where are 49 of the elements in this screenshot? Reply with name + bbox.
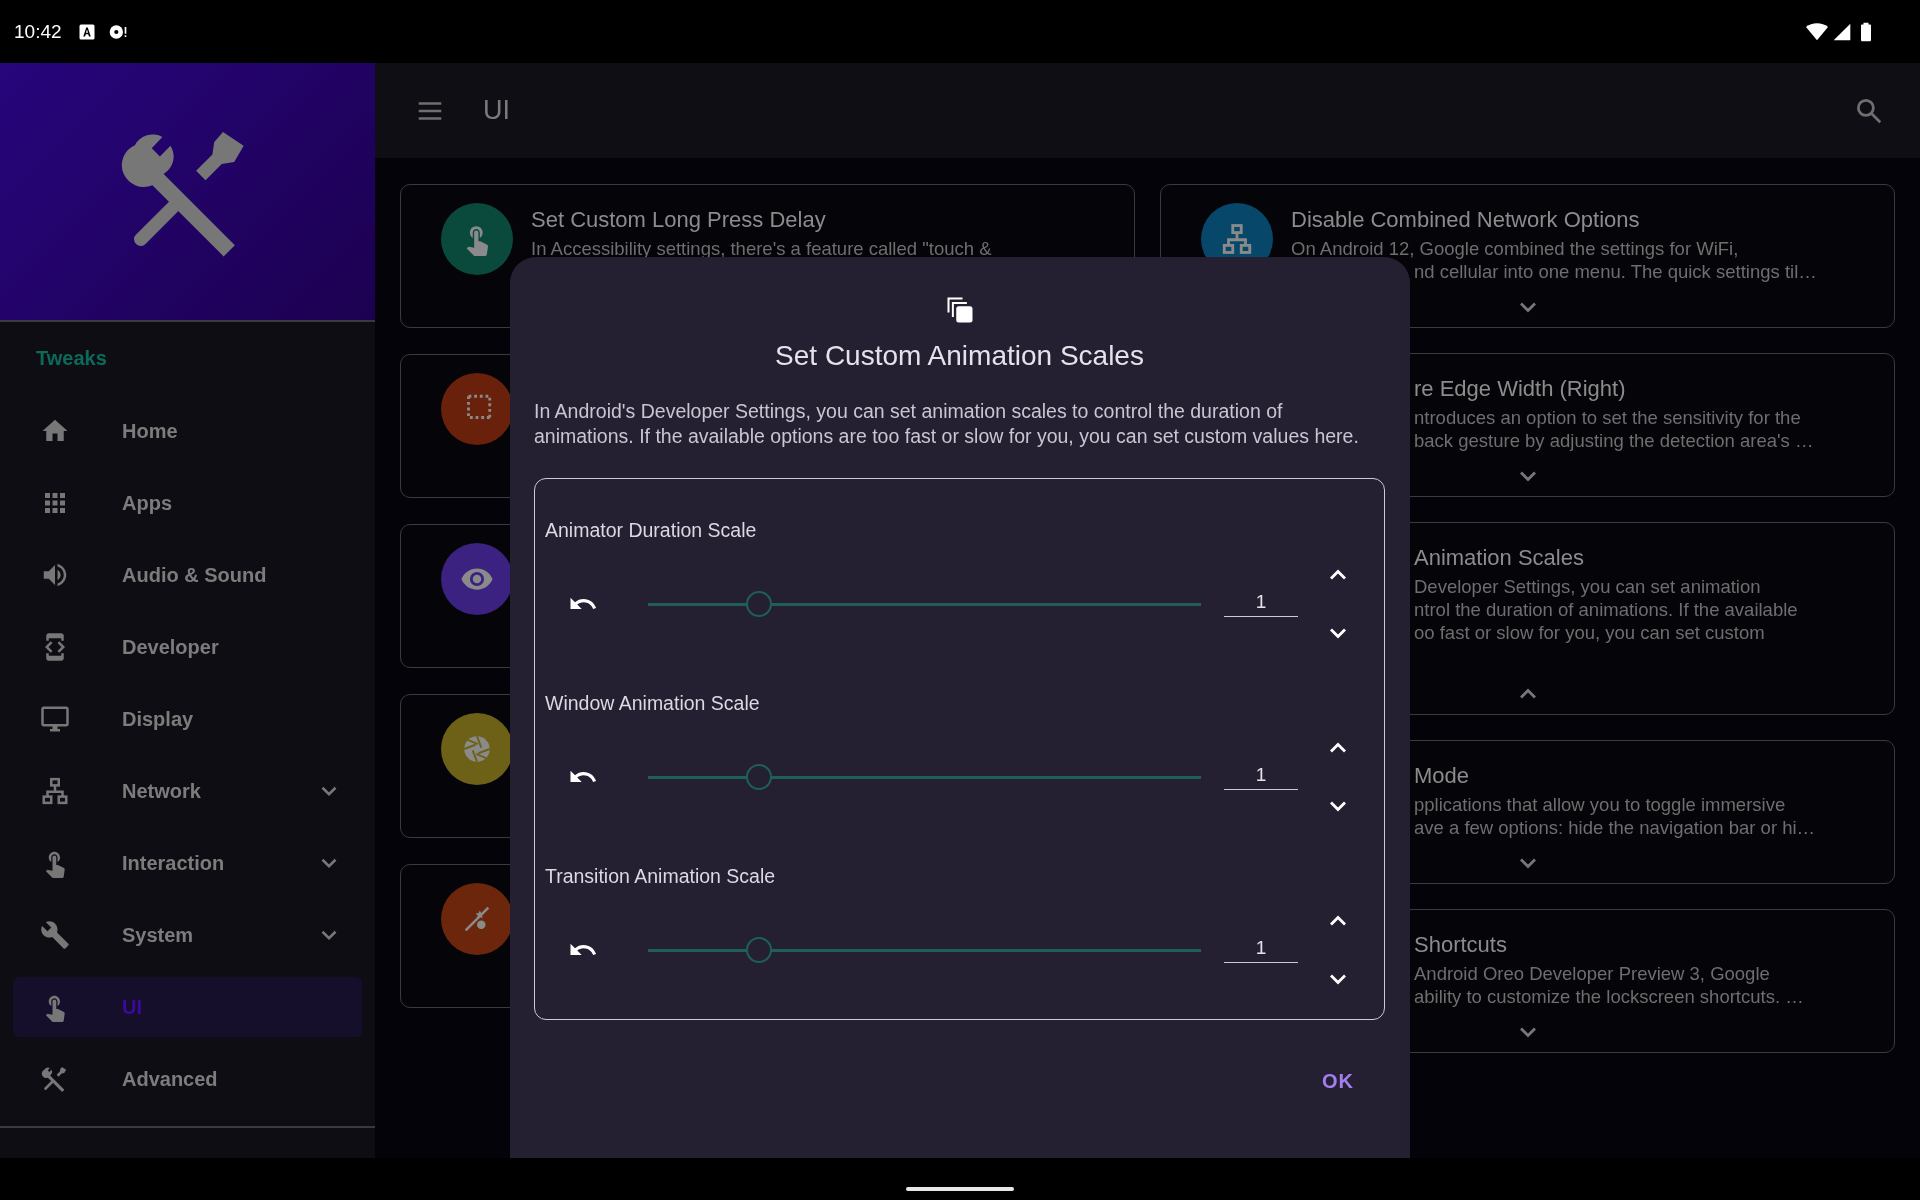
scale-label: Window Animation Scale (544, 691, 761, 715)
scale-label: Animator Duration Scale (544, 518, 758, 542)
card-description: Developer Settings, you can set animation (1414, 575, 1761, 598)
card-title: Shortcuts (1414, 931, 1507, 959)
card-title: Animation Scales (1414, 544, 1584, 572)
card-description: Android Oreo Developer Preview 3, Google (1414, 962, 1770, 985)
card-description: back gesture by adjusting the detection area's … (1414, 429, 1814, 452)
slider-thumb[interactable] (745, 591, 772, 617)
drawer-item[interactable]: Audio & Sound (13, 545, 362, 605)
card-title: re Edge Width (Right) (1414, 375, 1626, 403)
slider-thumb[interactable] (745, 937, 772, 963)
card-description: nd cellular into one menu. The quick settings til… (1414, 260, 1817, 283)
card-title: Mode (1414, 762, 1470, 790)
network-icon (1220, 222, 1254, 256)
signal-icon (1832, 21, 1852, 42)
drawer-item[interactable]: Apps (13, 473, 362, 533)
monitor-icon (40, 704, 70, 734)
clock-time: 10:42 (14, 20, 62, 43)
card-description: pplications that allow you to toggle immersive (1414, 793, 1786, 816)
dialog-title: Set Custom Animation Scales (775, 339, 1144, 373)
keyboard-icon (77, 22, 96, 41)
drawer-item[interactable]: System (13, 905, 362, 965)
drawer-item[interactable]: Advanced (13, 1049, 362, 1109)
card-description: In Accessibility settings, there's a feature called "touch & (531, 237, 992, 260)
card-description: ave a few options: hide the navigation bar or hi… (1414, 816, 1816, 839)
card-description: oo fast or slow for you, you can set custom (1414, 621, 1765, 644)
card-description: ntroduces an option to set the sensitivity for the (1414, 406, 1801, 429)
network-icon (40, 776, 70, 806)
value-field[interactable]: 1 (1224, 591, 1298, 617)
card-description: ntrol the duration of animations. If the available (1414, 598, 1798, 621)
drawer-item[interactable]: Display (13, 689, 362, 749)
wifi-icon (1806, 20, 1828, 43)
card-title: Set Custom Long Press Delay (531, 206, 826, 234)
scale-label: Transition Animation Scale (544, 864, 777, 888)
drawer-item[interactable]: Home (13, 401, 362, 461)
drawer-item[interactable]: Network (13, 761, 362, 821)
wrench-icon (40, 920, 70, 950)
ok-button[interactable]: OK (1314, 1064, 1362, 1099)
home-handle[interactable] (906, 1187, 1014, 1191)
card-title: Disable Combined Network Options (1291, 206, 1640, 234)
section-label: Tweaks (35, 346, 108, 370)
drawer-item[interactable]: Interaction (13, 833, 362, 893)
value-field[interactable]: 1 (1224, 764, 1298, 790)
card-description: On Android 12, Google combined the settings for WiFi, (1291, 237, 1739, 260)
drawer-item[interactable]: Developer (13, 617, 362, 677)
slider-thumb[interactable] (745, 764, 772, 790)
toolbar-title: UI (483, 95, 511, 126)
card-description: ability to customize the lockscreen shortcuts. … (1414, 985, 1804, 1008)
value-field[interactable]: 1 (1224, 937, 1298, 963)
